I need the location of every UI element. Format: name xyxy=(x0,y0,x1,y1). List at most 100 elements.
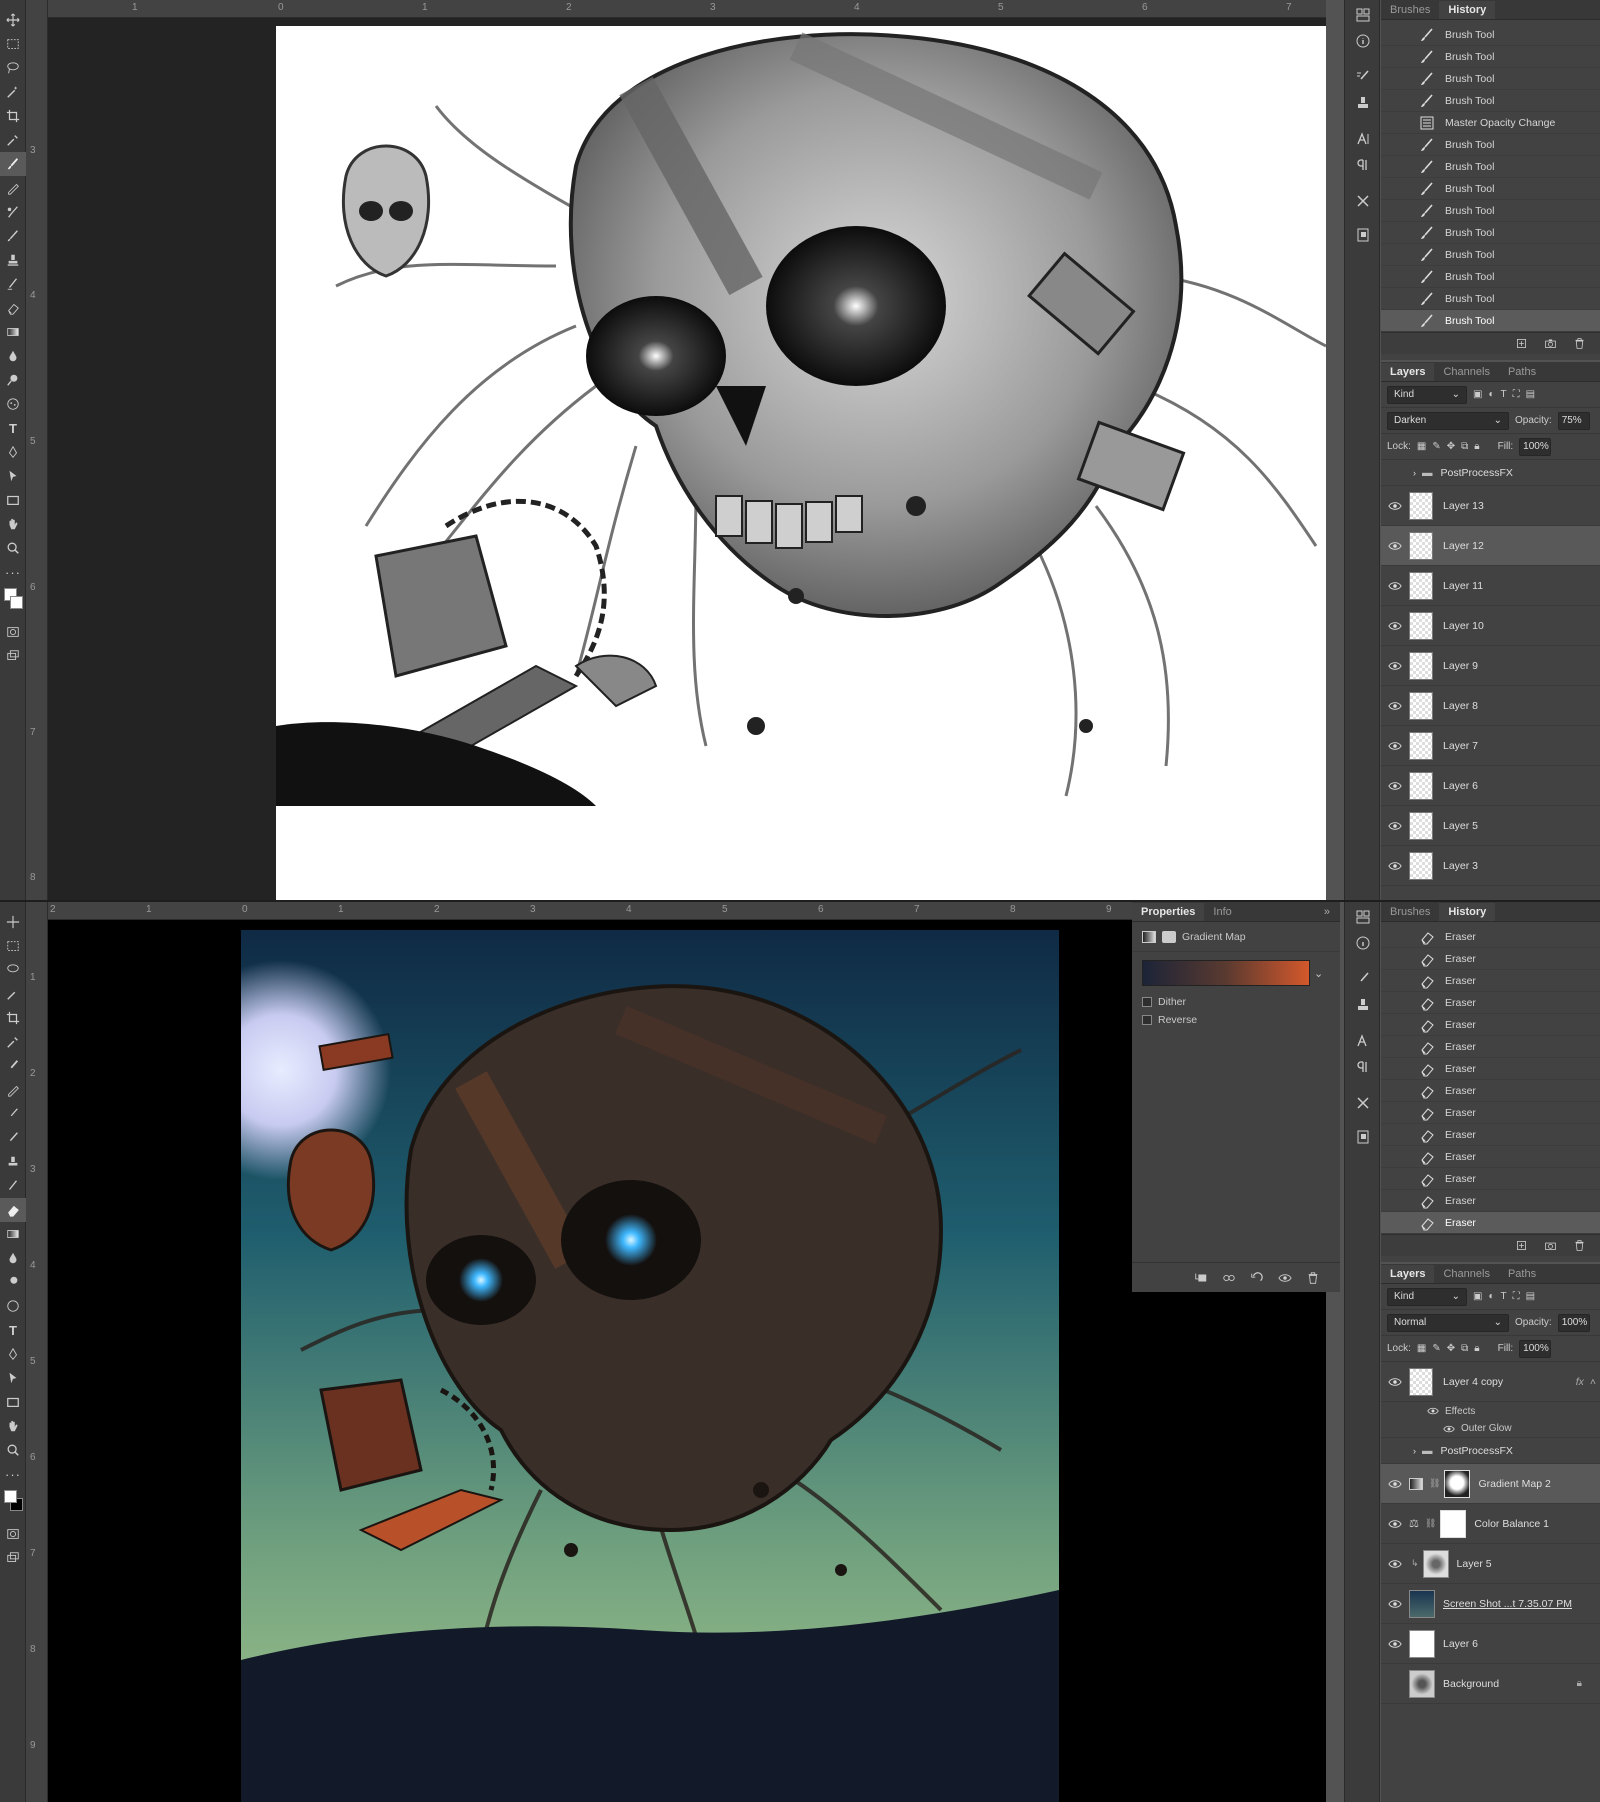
layer-row[interactable]: Layer 11 xyxy=(1381,566,1600,606)
brush-tool-icon[interactable] xyxy=(0,1054,26,1078)
info-icon[interactable] xyxy=(1345,930,1381,956)
filter-type-icon[interactable]: T xyxy=(1501,1291,1507,1302)
history-state-item[interactable]: Brush Tool xyxy=(1381,134,1600,156)
zoom-tool-icon[interactable] xyxy=(0,1438,26,1462)
pencil-tool-icon[interactable] xyxy=(0,176,26,200)
tab-channels[interactable]: Channels xyxy=(1434,363,1498,381)
clip-to-layer-icon[interactable] xyxy=(1194,1271,1208,1285)
layer-row[interactable]: Layer 8 xyxy=(1381,686,1600,726)
history-state-item[interactable]: Brush Tool xyxy=(1381,200,1600,222)
eraser-tool-icon[interactable] xyxy=(0,296,26,320)
snapshot-camera-icon[interactable] xyxy=(1544,337,1557,350)
marquee-tool-icon[interactable] xyxy=(0,32,26,56)
layer-row-layer6[interactable]: Layer 6 xyxy=(1381,1624,1600,1664)
history-brush-source-slot[interactable] xyxy=(1391,160,1405,174)
pen-tool-icon[interactable] xyxy=(0,1342,26,1366)
fill-input[interactable]: 100% xyxy=(1519,1339,1552,1358)
history-state-item[interactable]: Brush Tool xyxy=(1381,178,1600,200)
lock-position-icon[interactable]: ✥ xyxy=(1447,1343,1455,1354)
dither-checkbox[interactable] xyxy=(1142,997,1152,1007)
move-tool-icon[interactable] xyxy=(0,8,26,32)
filter-adjustment-icon[interactable]: ◐ xyxy=(1488,389,1494,400)
navigator-icon[interactable] xyxy=(1345,222,1381,248)
pencil-tool-icon[interactable] xyxy=(0,1078,26,1102)
history-brush-source-slot[interactable] xyxy=(1391,138,1405,152)
visibility-eye-icon[interactable] xyxy=(1381,1479,1409,1489)
history-state-item[interactable]: Brush Tool xyxy=(1381,24,1600,46)
layer-mask-thumbnail[interactable] xyxy=(1440,1509,1467,1538)
snapshot-camera-icon[interactable] xyxy=(1544,1239,1557,1252)
chevron-down-icon[interactable]: ⌄ xyxy=(1314,967,1323,980)
filter-pixel-icon[interactable]: ▣ xyxy=(1473,1291,1482,1302)
dodge-tool-icon[interactable] xyxy=(0,1270,26,1294)
history-state-item[interactable]: Eraser xyxy=(1381,1190,1600,1212)
visibility-eye-icon[interactable] xyxy=(1381,661,1409,671)
layer-row[interactable]: Layer 13 xyxy=(1381,486,1600,526)
paragraph-icon[interactable] xyxy=(1345,1054,1381,1080)
smudge-brush-tool-icon[interactable] xyxy=(0,1174,26,1198)
history-state-item[interactable]: Eraser xyxy=(1381,1168,1600,1190)
lasso-tool-icon[interactable] xyxy=(0,56,26,80)
screen-mode-icon[interactable] xyxy=(0,1546,26,1570)
layer-row[interactable]: Layer 7 xyxy=(1381,726,1600,766)
history-state-item[interactable]: Eraser xyxy=(1381,948,1600,970)
tab-history[interactable]: History xyxy=(1439,903,1496,921)
magic-wand-tool-icon[interactable] xyxy=(0,982,26,1006)
tool-presets-icon[interactable] xyxy=(1345,188,1381,214)
filter-shape-icon[interactable]: ⛶ xyxy=(1513,389,1520,400)
history-brush-source-slot[interactable] xyxy=(1391,270,1405,284)
gradient-tool-icon[interactable] xyxy=(0,320,26,344)
history-brush-source-slot[interactable] xyxy=(1391,1216,1405,1230)
history-state-item[interactable]: Brush Tool xyxy=(1381,156,1600,178)
reset-icon[interactable] xyxy=(1250,1271,1264,1285)
mixer-brush-tool-icon[interactable] xyxy=(0,200,26,224)
quick-mask-icon[interactable] xyxy=(0,620,26,644)
clone-source-icon[interactable] xyxy=(1345,992,1381,1018)
path-selection-tool-icon[interactable] xyxy=(0,1366,26,1390)
crop-tool-icon[interactable] xyxy=(0,104,26,128)
clone-source-icon[interactable] xyxy=(1345,90,1381,116)
opacity-input[interactable]: 75% xyxy=(1557,411,1590,430)
tool-presets-icon[interactable] xyxy=(1345,1090,1381,1116)
history-state-item[interactable]: Eraser xyxy=(1381,992,1600,1014)
visibility-eye-icon[interactable] xyxy=(1381,501,1409,511)
layer-mask-thumbnail[interactable] xyxy=(1444,1469,1471,1498)
visibility-eye-icon[interactable] xyxy=(1381,821,1409,831)
visibility-eye-icon[interactable] xyxy=(1381,861,1409,871)
history-brush-source-slot[interactable] xyxy=(1391,974,1405,988)
history-brush-tool-icon[interactable] xyxy=(0,224,26,248)
history-state-item[interactable]: Brush Tool xyxy=(1381,90,1600,112)
history-brush-source-slot[interactable] xyxy=(1391,182,1405,196)
history-brush-source-slot[interactable] xyxy=(1391,1128,1405,1142)
hand-tool-icon[interactable] xyxy=(0,1414,26,1438)
visibility-eye-icon[interactable] xyxy=(1381,621,1409,631)
history-brush-source-slot[interactable] xyxy=(1391,50,1405,64)
history-state-item[interactable]: Eraser xyxy=(1381,1058,1600,1080)
panel-collapse-icon[interactable]: » xyxy=(1314,903,1340,921)
tab-brushes[interactable]: Brushes xyxy=(1381,903,1439,921)
history-brush-source-slot[interactable] xyxy=(1391,72,1405,86)
screen-mode-icon[interactable] xyxy=(0,644,26,668)
history-brush-source-slot[interactable] xyxy=(1391,1172,1405,1186)
effects-visibility-eye-icon[interactable] xyxy=(1427,1407,1439,1415)
brush-settings-icon[interactable] xyxy=(1345,64,1381,90)
new-document-from-state-icon[interactable] xyxy=(1515,1239,1528,1252)
tab-channels[interactable]: Channels xyxy=(1434,1265,1498,1283)
layer-row-color-balance[interactable]: ⚖ ⛓ Color Balance 1 xyxy=(1381,1504,1600,1544)
outer-glow-visibility-eye-icon[interactable] xyxy=(1443,1425,1455,1433)
history-brush-source-slot[interactable] xyxy=(1391,28,1405,42)
layer-row[interactable]: Layer 5 xyxy=(1381,806,1600,846)
history-state-item[interactable]: Eraser xyxy=(1381,970,1600,992)
info-icon[interactable] xyxy=(1345,28,1381,54)
lock-position-icon[interactable]: ✥ xyxy=(1447,441,1455,452)
sponge-tool-icon[interactable] xyxy=(0,1294,26,1318)
history-brush-source-slot[interactable] xyxy=(1391,1040,1405,1054)
color-swatches[interactable] xyxy=(0,584,26,620)
lock-artboard-icon[interactable]: ⧉ xyxy=(1461,441,1468,452)
outer-glow-effect-row[interactable]: Outer Glow xyxy=(1381,1420,1600,1438)
filter-smart-object-icon[interactable]: ▤ xyxy=(1526,1291,1535,1302)
history-brush-source-slot[interactable] xyxy=(1391,292,1405,306)
hand-tool-icon[interactable] xyxy=(0,512,26,536)
zoom-tool-icon[interactable] xyxy=(0,536,26,560)
history-brush-source-slot[interactable] xyxy=(1391,1084,1405,1098)
